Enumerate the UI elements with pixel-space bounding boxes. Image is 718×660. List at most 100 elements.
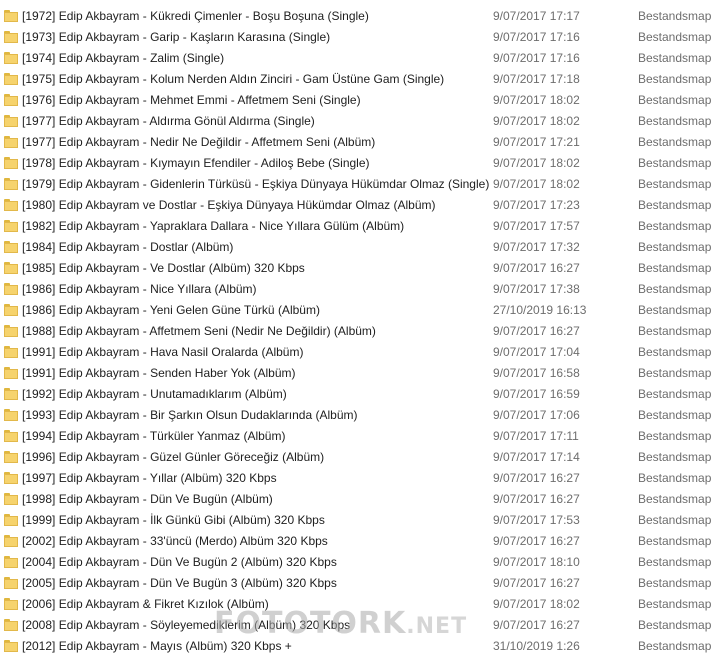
file-name[interactable]: [2012] Edip Akbayram - Mayıs (Albüm) 320…	[22, 636, 292, 657]
file-name[interactable]: [1975] Edip Akbayram - Kolum Nerden Aldı…	[22, 69, 444, 90]
date-modified: 9/07/2017 16:27	[493, 471, 580, 485]
folder-icon	[4, 283, 18, 295]
date-modified: 9/07/2017 17:23	[493, 198, 580, 212]
folder-icon	[4, 493, 18, 505]
file-row[interactable]: [1996] Edip Akbayram - Güzel Günler Göre…	[0, 447, 718, 468]
file-name[interactable]: [1977] Edip Akbayram - Aldırma Gönül Ald…	[22, 111, 315, 132]
folder-icon	[4, 52, 18, 64]
file-name[interactable]: [1984] Edip Akbayram - Dostlar (Albüm)	[22, 237, 233, 258]
file-row[interactable]: [1982] Edip Akbayram - Yapraklara Dallar…	[0, 216, 718, 237]
file-name[interactable]: [1991] Edip Akbayram - Hava Nasil Oralar…	[22, 342, 303, 363]
file-name[interactable]: [1992] Edip Akbayram - Unutamadıklarım (…	[22, 384, 287, 405]
file-name[interactable]: [1988] Edip Akbayram - Affetmem Seni (Ne…	[22, 321, 376, 342]
file-name[interactable]: [1972] Edip Akbayram - Kükredi Çimenler …	[22, 6, 369, 27]
file-name[interactable]: [1980] Edip Akbayram ve Dostlar - Eşkiya…	[22, 195, 436, 216]
file-row[interactable]: [1976] Edip Akbayram - Mehmet Emmi - Aff…	[0, 90, 718, 111]
file-name[interactable]: [1982] Edip Akbayram - Yapraklara Dallar…	[22, 216, 404, 237]
file-type: Bestandsmap	[638, 429, 712, 443]
file-name[interactable]: [1979] Edip Akbayram - Gidenlerin Türküs…	[22, 174, 489, 195]
file-row[interactable]: [1984] Edip Akbayram - Dostlar (Albüm) 9/…	[0, 237, 718, 258]
date-modified: 9/07/2017 17:53	[493, 513, 580, 527]
file-type: Bestandsmap	[638, 198, 712, 212]
file-type: Bestandsmap	[638, 282, 712, 296]
folder-icon	[4, 451, 18, 463]
file-name[interactable]: [1986] Edip Akbayram - Nice Yıllara (Alb…	[22, 279, 257, 300]
file-row[interactable]: [2006] Edip Akbayram & Fikret Kızılok (A…	[0, 594, 718, 615]
folder-icon	[4, 220, 18, 232]
file-row[interactable]: [2012] Edip Akbayram - Mayıs (Albüm) 320…	[0, 636, 718, 657]
file-type: Bestandsmap	[638, 156, 712, 170]
file-type: Bestandsmap	[638, 618, 712, 632]
file-row[interactable]: [1977] Edip Akbayram - Nedir Ne Değildir…	[0, 132, 718, 153]
file-row[interactable]: [2004] Edip Akbayram - Dün Ve Bugün 2 (A…	[0, 552, 718, 573]
date-modified: 9/07/2017 16:27	[493, 576, 580, 590]
file-type: Bestandsmap	[638, 513, 712, 527]
folder-icon	[4, 262, 18, 274]
file-row[interactable]: [1974] Edip Akbayram - Zalim (Single) 9/0…	[0, 48, 718, 69]
file-row[interactable]: [1994] Edip Akbayram - Türküler Yanmaz (…	[0, 426, 718, 447]
folder-icon	[4, 556, 18, 568]
file-name[interactable]: [1998] Edip Akbayram - Dün Ve Bugün (Alb…	[22, 489, 273, 510]
file-row[interactable]: [1986] Edip Akbayram - Yeni Gelen Güne T…	[0, 300, 718, 321]
folder-icon	[4, 409, 18, 421]
file-row[interactable]: [1998] Edip Akbayram - Dün Ve Bugün (Alb…	[0, 489, 718, 510]
folder-icon	[4, 619, 18, 631]
file-name[interactable]: [2005] Edip Akbayram - Dün Ve Bugün 3 (A…	[22, 573, 337, 594]
file-name[interactable]: [1974] Edip Akbayram - Zalim (Single)	[22, 48, 224, 69]
date-modified: 9/07/2017 18:02	[493, 597, 580, 611]
file-name[interactable]: [2004] Edip Akbayram - Dün Ve Bugün 2 (A…	[22, 552, 337, 573]
file-name[interactable]: [1996] Edip Akbayram - Güzel Günler Göre…	[22, 447, 324, 468]
file-type: Bestandsmap	[638, 576, 712, 590]
file-type: Bestandsmap	[638, 240, 712, 254]
file-name[interactable]: [1994] Edip Akbayram - Türküler Yanmaz (…	[22, 426, 285, 447]
file-name[interactable]: [2002] Edip Akbayram - 33'üncü (Merdo) A…	[22, 531, 328, 552]
file-row[interactable]: [1999] Edip Akbayram - İlk Günkü Gibi (A…	[0, 510, 718, 531]
file-row[interactable]: [1985] Edip Akbayram - Ve Dostlar (Albüm…	[0, 258, 718, 279]
date-modified: 9/07/2017 16:27	[493, 534, 580, 548]
folder-icon	[4, 598, 18, 610]
folder-icon	[4, 514, 18, 526]
file-name[interactable]: [1977] Edip Akbayram - Nedir Ne Değildir…	[22, 132, 375, 153]
file-row[interactable]: [1975] Edip Akbayram - Kolum Nerden Aldı…	[0, 69, 718, 90]
date-modified: 9/07/2017 16:27	[493, 261, 580, 275]
file-name[interactable]: [1978] Edip Akbayram - Kıymayın Efendile…	[22, 153, 370, 174]
folder-icon	[4, 136, 18, 148]
file-row[interactable]: [1979] Edip Akbayram - Gidenlerin Türküs…	[0, 174, 718, 195]
file-row[interactable]: [1978] Edip Akbayram - Kıymayın Efendile…	[0, 153, 718, 174]
file-type: Bestandsmap	[638, 534, 712, 548]
file-type: Bestandsmap	[638, 72, 712, 86]
file-name[interactable]: [1986] Edip Akbayram - Yeni Gelen Güne T…	[22, 300, 320, 321]
file-row[interactable]: [1986] Edip Akbayram - Nice Yıllara (Alb…	[0, 279, 718, 300]
date-modified: 9/07/2017 17:21	[493, 135, 580, 149]
file-name[interactable]: [2008] Edip Akbayram - Söyleyemediklerim…	[22, 615, 350, 636]
file-name[interactable]: [1999] Edip Akbayram - İlk Günkü Gibi (A…	[22, 510, 325, 531]
file-row[interactable]: [1977] Edip Akbayram - Aldırma Gönül Ald…	[0, 111, 718, 132]
file-name[interactable]: [1985] Edip Akbayram - Ve Dostlar (Albüm…	[22, 258, 305, 279]
file-row[interactable]: [1993] Edip Akbayram - Bir Şarkın Olsun …	[0, 405, 718, 426]
file-name[interactable]: [1976] Edip Akbayram - Mehmet Emmi - Aff…	[22, 90, 361, 111]
file-name[interactable]: [1973] Edip Akbayram - Garip - Kaşların …	[22, 27, 330, 48]
file-row[interactable]: [1997] Edip Akbayram - Yıllar (Albüm) 32…	[0, 468, 718, 489]
file-name[interactable]: [1993] Edip Akbayram - Bir Şarkın Olsun …	[22, 405, 357, 426]
file-name[interactable]: [1997] Edip Akbayram - Yıllar (Albüm) 32…	[22, 468, 277, 489]
file-row[interactable]: [1991] Edip Akbayram - Senden Haber Yok …	[0, 363, 718, 384]
file-row[interactable]: [1973] Edip Akbayram - Garip - Kaşların …	[0, 27, 718, 48]
date-modified: 9/07/2017 17:57	[493, 219, 580, 233]
file-row[interactable]: [2008] Edip Akbayram - Söyleyemediklerim…	[0, 615, 718, 636]
date-modified: 9/07/2017 17:18	[493, 72, 580, 86]
file-row[interactable]: [1992] Edip Akbayram - Unutamadıklarım (…	[0, 384, 718, 405]
file-row[interactable]: [1972] Edip Akbayram - Kükredi Çimenler …	[0, 6, 718, 27]
file-name[interactable]: [1991] Edip Akbayram - Senden Haber Yok …	[22, 363, 296, 384]
folder-icon	[4, 157, 18, 169]
file-row[interactable]: [1980] Edip Akbayram ve Dostlar - Eşkiya…	[0, 195, 718, 216]
file-row[interactable]: [2002] Edip Akbayram - 33'üncü (Merdo) A…	[0, 531, 718, 552]
folder-icon	[4, 430, 18, 442]
file-row[interactable]: [1988] Edip Akbayram - Affetmem Seni (Ne…	[0, 321, 718, 342]
file-name[interactable]: [2006] Edip Akbayram & Fikret Kızılok (A…	[22, 594, 269, 615]
file-type: Bestandsmap	[638, 471, 712, 485]
file-row[interactable]: [1991] Edip Akbayram - Hava Nasil Oralar…	[0, 342, 718, 363]
date-modified: 9/07/2017 17:06	[493, 408, 580, 422]
file-type: Bestandsmap	[638, 93, 712, 107]
date-modified: 9/07/2017 17:38	[493, 282, 580, 296]
file-row[interactable]: [2005] Edip Akbayram - Dün Ve Bugün 3 (A…	[0, 573, 718, 594]
